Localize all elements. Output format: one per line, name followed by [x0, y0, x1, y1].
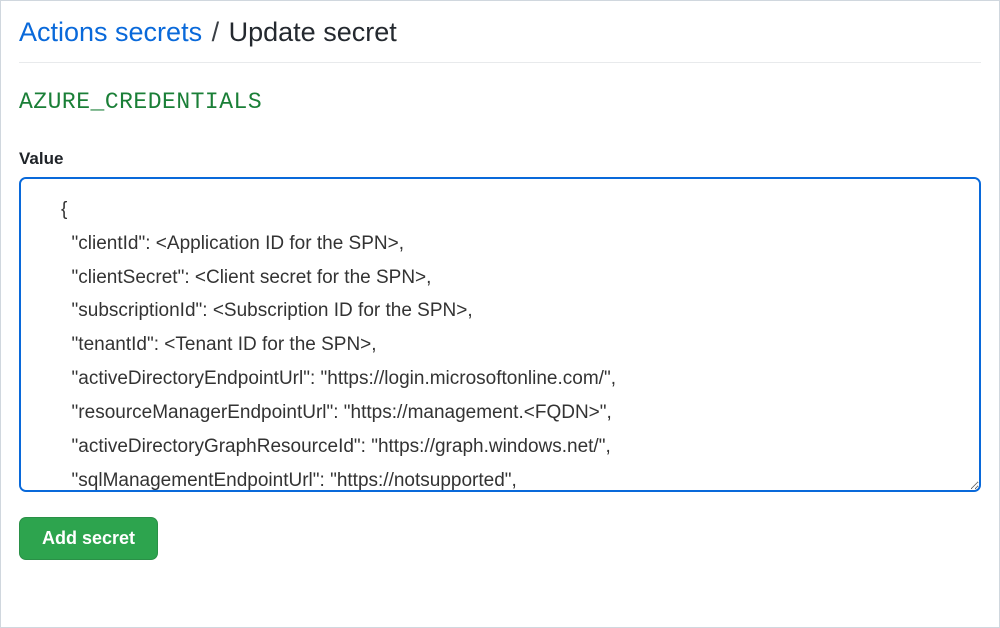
breadcrumb-current: Update secret: [229, 17, 397, 47]
add-secret-button[interactable]: Add secret: [19, 517, 158, 560]
value-label: Value: [19, 149, 981, 169]
secret-name: AZURE_CREDENTIALS: [19, 89, 981, 115]
secret-value-input[interactable]: [19, 177, 981, 492]
page-container: Actions secrets / Update secret AZURE_CR…: [0, 0, 1000, 628]
breadcrumb-separator: /: [212, 17, 220, 47]
breadcrumb: Actions secrets / Update secret: [19, 17, 981, 63]
breadcrumb-parent-link[interactable]: Actions secrets: [19, 17, 202, 47]
